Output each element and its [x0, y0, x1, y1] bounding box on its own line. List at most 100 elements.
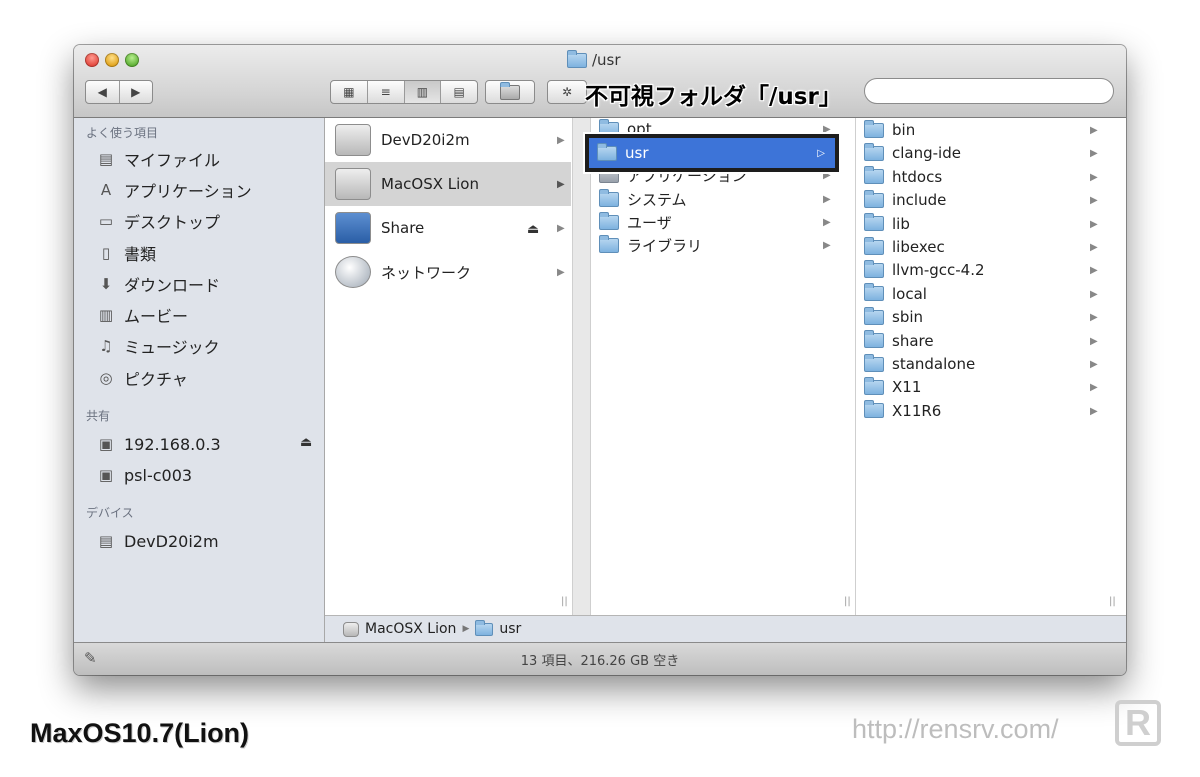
minimize-button[interactable] [105, 53, 119, 67]
coverflow-view-button[interactable]: ▤ [441, 81, 477, 103]
forward-arrow-icon: ▶ [131, 85, 141, 99]
search-field[interactable] [864, 78, 1114, 104]
sidebar-item-movies[interactable]: ▥ ムービー [96, 304, 188, 326]
disclosure-arrow-icon: ▶ [1090, 265, 1098, 277]
system-folder-icon [599, 188, 619, 207]
item-label: clang-ide [892, 144, 961, 163]
new-folder-icon [500, 81, 520, 100]
close-button[interactable] [85, 53, 99, 67]
disclosure-arrow-icon: ▷ [817, 147, 825, 159]
column-resize-handle[interactable]: || [561, 596, 568, 607]
window-title-text: /usr [592, 51, 621, 69]
folder-icon [864, 213, 884, 232]
item-label: ユーザ [627, 213, 672, 232]
path-volume[interactable]: MacOSX Lion [365, 621, 456, 637]
disclosure-arrow-icon: ▶ [557, 267, 565, 278]
sidebar-item-shared-server[interactable]: ▣ 192.168.0.3 [96, 433, 221, 455]
list-item-folder[interactable]: include ▶ [864, 189, 1098, 211]
sidebar-item-label: ダウンロード [124, 276, 221, 295]
list-item-folder[interactable]: X11R6 ▶ [864, 400, 1098, 422]
users-folder-icon [599, 211, 619, 230]
new-folder-button[interactable] [485, 80, 535, 104]
item-label: システム [627, 190, 687, 209]
list-item-folder[interactable]: clang-ide ▶ [864, 142, 1098, 164]
list-view-button[interactable]: ≡ [368, 81, 405, 103]
back-forward-control: ◀ ▶ [85, 80, 153, 104]
zoom-button[interactable] [125, 53, 139, 67]
list-item-volume-selected[interactable]: MacOSX Lion [325, 162, 571, 206]
item-label: share [892, 331, 934, 350]
list-item-folder[interactable]: ライブラリ [599, 234, 702, 256]
list-item-folder[interactable]: lib ▶ [864, 213, 1098, 235]
list-item-folder[interactable]: システム [599, 188, 687, 210]
list-item-folder[interactable]: htdocs ▶ [864, 166, 1098, 188]
column-view-button[interactable]: ▥ [404, 81, 442, 103]
item-label: local [892, 284, 927, 303]
list-item-folder[interactable]: sbin ▶ [864, 306, 1098, 328]
selected-usr-highlight[interactable]: usr ▷ [585, 134, 839, 172]
folder-icon [864, 330, 884, 349]
list-item-folder[interactable]: local ▶ [864, 283, 1098, 305]
sidebar-item-label: ミュージック [124, 338, 220, 357]
path-folder[interactable]: usr [499, 621, 521, 637]
library-folder-icon [599, 234, 619, 253]
list-item-network[interactable]: ネットワーク [325, 250, 571, 294]
item-label: sbin [892, 308, 924, 327]
list-item-folder[interactable]: X11 ▶ [864, 376, 1098, 398]
folder-icon [864, 353, 884, 372]
path-bar: MacOSX Lion ▶ usr [325, 615, 1126, 642]
icon-view-button[interactable]: ▦ [331, 81, 368, 103]
hard-disk-icon [343, 621, 359, 637]
list-item-folder[interactable]: libexec ▶ [864, 236, 1098, 258]
action-button[interactable]: ✲ [547, 80, 587, 104]
list-item-folder[interactable]: bin ▶ [864, 119, 1098, 141]
globe-icon [335, 256, 371, 288]
item-label: include [892, 191, 947, 210]
sidebar-item-pictures[interactable]: ◎ ピクチャ [96, 367, 187, 389]
annotation-callout: 不可視フォルダ「/usr」 [585, 84, 842, 110]
path-separator-icon: ▶ [462, 624, 470, 634]
item-label: usr [625, 144, 649, 162]
sidebar-item-music[interactable]: ♫ ミュージック [96, 335, 220, 357]
sidebar-item-all-my-files[interactable]: ▤ マイファイル [96, 148, 220, 170]
column-usr: bin ▶ clang-ide ▶ htdocs ▶ include ▶ lib ▶ libexec… [855, 118, 1126, 642]
disclosure-arrow-icon: ▶ [823, 217, 831, 228]
column-resize-handle[interactable]: || [844, 596, 851, 607]
sidebar-item-shared-computer[interactable]: ▣ psl-c003 [96, 464, 192, 486]
item-label: standalone [892, 355, 976, 373]
sidebar-item-device[interactable]: ▤ DevD20i2m [96, 530, 219, 552]
sidebar-item-applications[interactable]: A アプリケーション [96, 179, 252, 201]
eject-icon[interactable]: ⏏ [527, 222, 539, 237]
list-item-folder[interactable]: llvm-gcc-4.2 ▶ [864, 259, 1098, 281]
disclosure-arrow-icon: ▶ [1090, 359, 1098, 370]
status-text: 13 項目、216.26 GB 空き [520, 654, 680, 669]
disclosure-arrow-icon: ▶ [1090, 405, 1098, 417]
disclosure-arrow-icon: ▶ [557, 223, 565, 234]
eject-icon[interactable]: ⏏ [300, 435, 312, 450]
list-item-folder[interactable]: standalone ▶ [864, 353, 1098, 375]
logo: R [1115, 700, 1161, 746]
column-resize-handle[interactable]: || [1109, 596, 1116, 607]
list-item-folder[interactable]: share ▶ [864, 330, 1098, 352]
disclosure-arrow-icon: ▶ [823, 240, 831, 251]
downloads-icon: ⬇ [99, 275, 113, 293]
documents-icon: ▯ [101, 244, 111, 262]
item-label: lib [892, 214, 910, 233]
sidebar-item-downloads[interactable]: ⬇ ダウンロード [96, 273, 220, 295]
back-button[interactable]: ◀ [86, 81, 120, 103]
sidebar-item-documents[interactable]: ▯ 書類 [96, 242, 156, 264]
list-item-volume[interactable]: DevD20i2m [325, 118, 571, 162]
folder-icon [864, 119, 884, 138]
folder-icon [864, 236, 884, 255]
list-item-folder[interactable]: ユーザ [599, 211, 672, 233]
disclosure-arrow-icon: ▶ [1090, 171, 1098, 183]
forward-button[interactable]: ▶ [120, 81, 153, 103]
disclosure-arrow-icon: ▶ [1090, 335, 1098, 347]
disclosure-arrow-icon: ▶ [1090, 242, 1098, 253]
gear-icon: ✲ [561, 85, 573, 99]
movies-icon: ▥ [98, 306, 114, 324]
sidebar-item-desktop[interactable]: ▭ デスクトップ [96, 210, 220, 232]
hard-disk-icon: ▤ [98, 532, 114, 550]
sidebar: よく使う項目 ▤ マイファイル A アプリケーション ▭ デスクトップ ▯ 書類 ⬇ ダウ… [74, 118, 325, 642]
pin-icon[interactable]: ✎ [84, 649, 97, 667]
